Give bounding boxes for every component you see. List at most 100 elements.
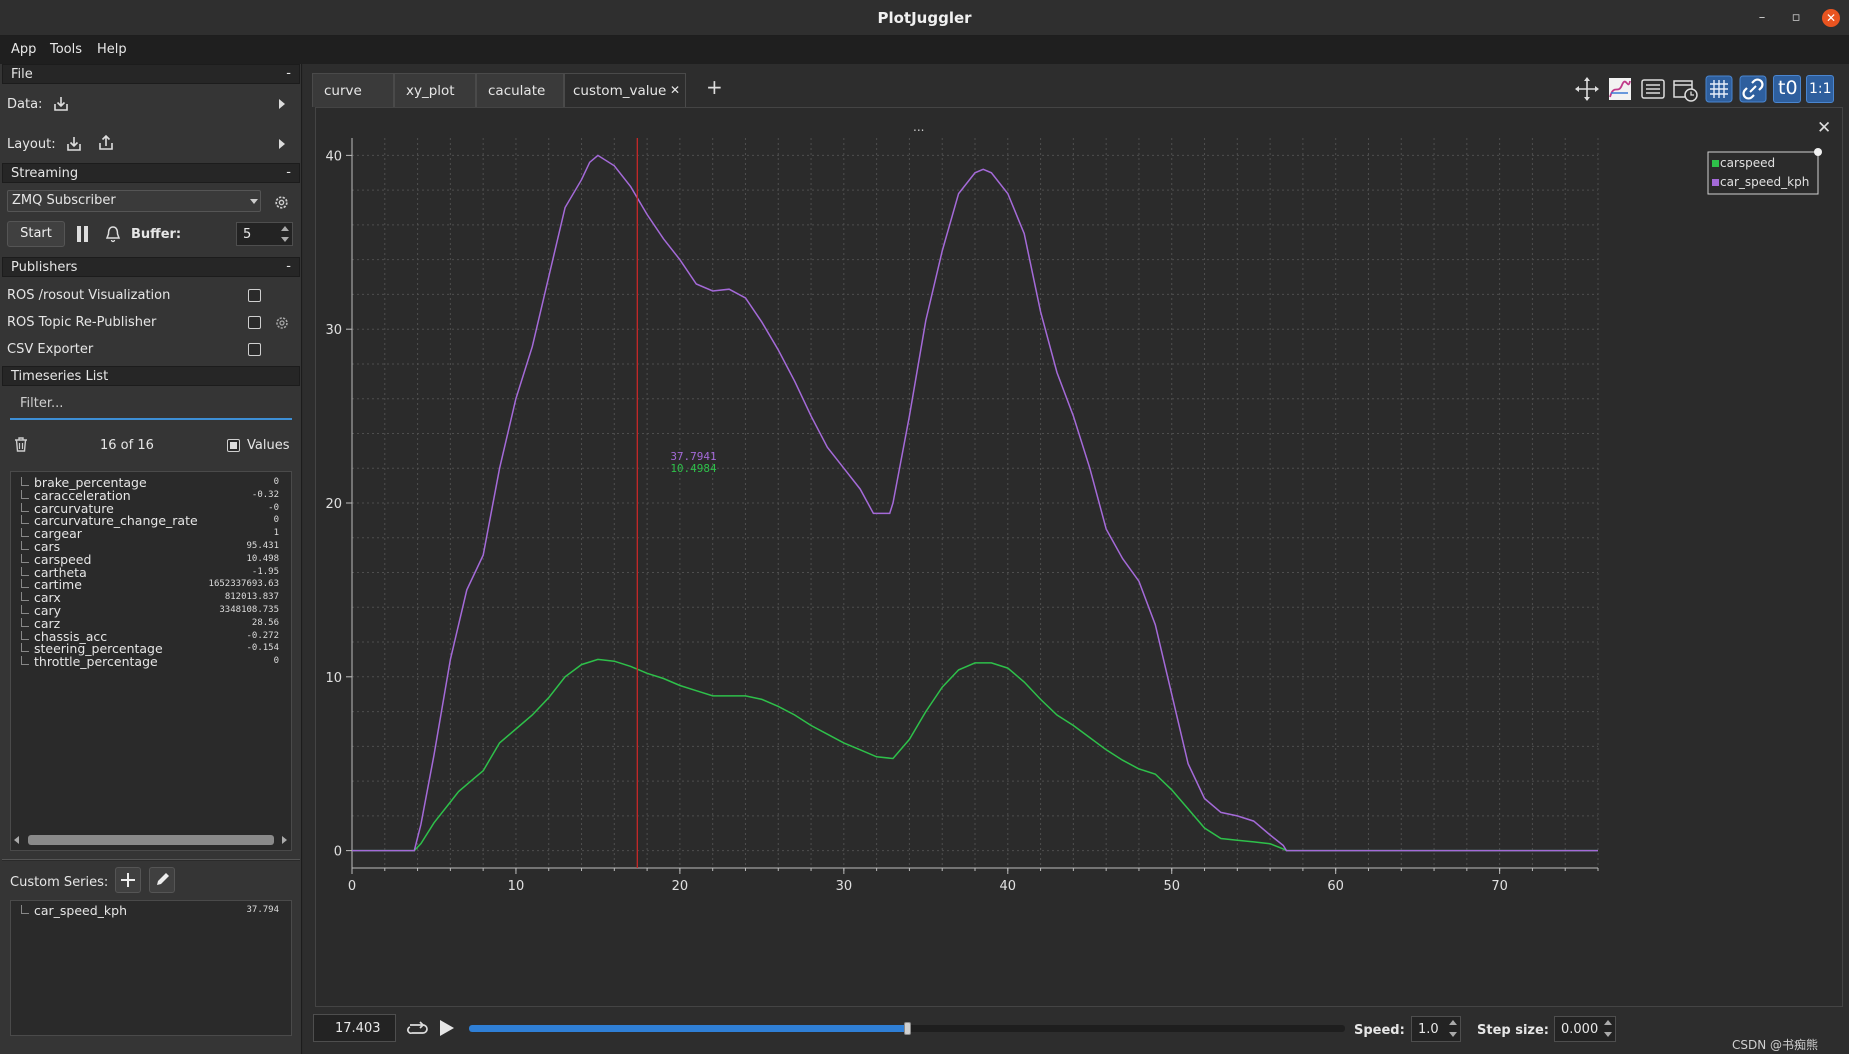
gear-icon[interactable] (274, 315, 290, 331)
line-chart[interactable]: 0 10 20 30 40 50 60 7001020304037.794110.4984ca… (316, 108, 1844, 1008)
link-icon[interactable] (1739, 75, 1767, 103)
tab-close-icon[interactable]: ✕ (670, 83, 680, 97)
edit-custom-series-button[interactable] (149, 867, 175, 893)
scrollbar-handle[interactable] (28, 835, 274, 845)
start-button[interactable]: Start (7, 221, 65, 247)
series-value: 95.431 (246, 541, 279, 551)
file-section-label: File (11, 67, 33, 82)
streaming-section-header[interactable]: Streaming - (2, 163, 300, 183)
tree-branch (21, 566, 29, 576)
splitter[interactable] (2, 859, 300, 861)
series-value: -0 (268, 502, 279, 513)
save-layout-icon[interactable] (97, 134, 115, 152)
play-button[interactable] (440, 1020, 454, 1036)
streaming-source-select[interactable]: ZMQ Subscriber (7, 190, 261, 212)
series-value: 3348108.735 (219, 605, 279, 615)
timeseries-section-header[interactable]: Timeseries List (2, 366, 300, 386)
move-icon[interactable] (1573, 75, 1601, 103)
tree-branch (21, 592, 29, 602)
tree-branch (21, 579, 29, 589)
speed-label: Speed: (1354, 1023, 1405, 1038)
speed-value: 1.0 (1418, 1022, 1439, 1037)
spin-up-icon[interactable] (1449, 1020, 1457, 1025)
menu-tools[interactable]: Tools (50, 42, 82, 57)
clock-icon[interactable] (1671, 75, 1699, 103)
x-tick-label: 10 (508, 879, 525, 894)
horizontal-scrollbar[interactable] (14, 833, 288, 847)
load-layout-icon[interactable] (65, 135, 83, 153)
plus-icon (121, 873, 135, 887)
gear-icon[interactable] (273, 194, 290, 211)
collapse-icon[interactable]: - (286, 165, 291, 180)
legend-handle[interactable] (1814, 148, 1822, 156)
tab-label: curve (324, 83, 362, 99)
publisher-checkbox-republisher[interactable] (248, 316, 261, 329)
menu-app[interactable]: App (11, 42, 36, 57)
time-field[interactable]: 17.403 (313, 1014, 396, 1042)
add-custom-series-button[interactable] (115, 867, 141, 893)
data-expand-icon[interactable] (279, 99, 285, 109)
values-label: Values (247, 438, 290, 453)
plot-frame[interactable]: ... ✕ 0 10 20 30 40 50 60 70 0 10 20 30 40 37.7941 10.… (315, 107, 1843, 1007)
close-window-button[interactable]: ✕ (1822, 9, 1840, 27)
layout-label: Layout: (7, 137, 56, 152)
scroll-left-icon[interactable] (14, 836, 19, 844)
t0-icon[interactable]: t0 (1773, 75, 1801, 103)
maximize-button[interactable]: ▫ (1786, 8, 1806, 28)
minimize-button[interactable]: – (1752, 8, 1772, 28)
step-size-spinbox[interactable]: 0.000 (1554, 1016, 1616, 1042)
loop-icon[interactable] (406, 1019, 428, 1037)
collapse-icon[interactable]: - (286, 66, 291, 81)
list-item[interactable]: throttle_percentage 0 (11, 654, 291, 671)
watermark: CSDN @书痴熊 (1732, 1038, 1819, 1052)
x-tick-label: 40 (1000, 879, 1017, 894)
spin-up-icon[interactable] (1604, 1020, 1612, 1025)
publisher-checkbox-rosout[interactable] (248, 289, 261, 302)
tab-custom-value[interactable]: custom_value ✕ (564, 73, 686, 107)
timeline-progress (469, 1025, 907, 1032)
timeseries-list[interactable]: brake_percentage 0 caracceleration -0.32 car… (10, 471, 292, 851)
edit-plot-icon[interactable] (1606, 75, 1634, 103)
publisher-checkbox-csv[interactable] (248, 343, 261, 356)
custom-series-name: car_speed_kph (34, 903, 128, 918)
layout-expand-icon[interactable] (279, 139, 285, 149)
spin-down-icon[interactable] (1604, 1032, 1612, 1037)
pause-icon[interactable] (76, 226, 89, 242)
collapse-icon[interactable]: - (286, 259, 291, 274)
buffer-spinbox[interactable]: 5 (236, 222, 293, 246)
tree-branch (21, 553, 29, 563)
menu-help[interactable]: Help (97, 42, 127, 57)
speed-spinbox[interactable]: 1.0 (1411, 1016, 1461, 1042)
bell-icon[interactable] (104, 225, 122, 243)
load-data-icon[interactable] (52, 95, 70, 113)
add-tab-button[interactable]: + (706, 75, 723, 99)
custom-series-list[interactable]: car_speed_kph 37.794 (10, 900, 292, 1036)
tree-branch (21, 502, 29, 512)
streaming-source-value: ZMQ Subscriber (12, 193, 116, 208)
list-icon[interactable] (1639, 75, 1667, 103)
y-tick-label: 30 (325, 323, 342, 338)
values-checkbox[interactable] (227, 439, 240, 452)
spin-up-icon[interactable] (281, 226, 289, 231)
filter-input[interactable]: Filter... (10, 394, 292, 420)
custom-series-value: 37.794 (246, 905, 279, 915)
x-tick-label: 60 (1327, 879, 1344, 894)
tab-curve[interactable]: curve (312, 73, 394, 107)
buffer-value: 5 (243, 227, 252, 242)
step-size-label: Step size: (1477, 1023, 1550, 1038)
publishers-section-header[interactable]: Publishers - (2, 257, 300, 277)
ratio-icon[interactable]: 1:1 (1806, 75, 1834, 103)
publisher-label-republisher: ROS Topic Re-Publisher (7, 315, 157, 330)
timeline-handle[interactable] (904, 1022, 911, 1035)
timeline-slider[interactable] (469, 1022, 1345, 1035)
file-section-header[interactable]: File - (2, 64, 300, 84)
list-item[interactable]: car_speed_kph 37.794 (11, 903, 291, 920)
series-value: 10.498 (246, 553, 279, 564)
spin-down-icon[interactable] (281, 237, 289, 242)
tab-caculate[interactable]: caculate (476, 73, 564, 107)
spin-down-icon[interactable] (1449, 1032, 1457, 1037)
scroll-right-icon[interactable] (282, 836, 287, 844)
grid-icon[interactable] (1705, 75, 1733, 103)
tab-xy-plot[interactable]: xy_plot (394, 73, 476, 107)
trash-icon[interactable] (13, 436, 29, 453)
